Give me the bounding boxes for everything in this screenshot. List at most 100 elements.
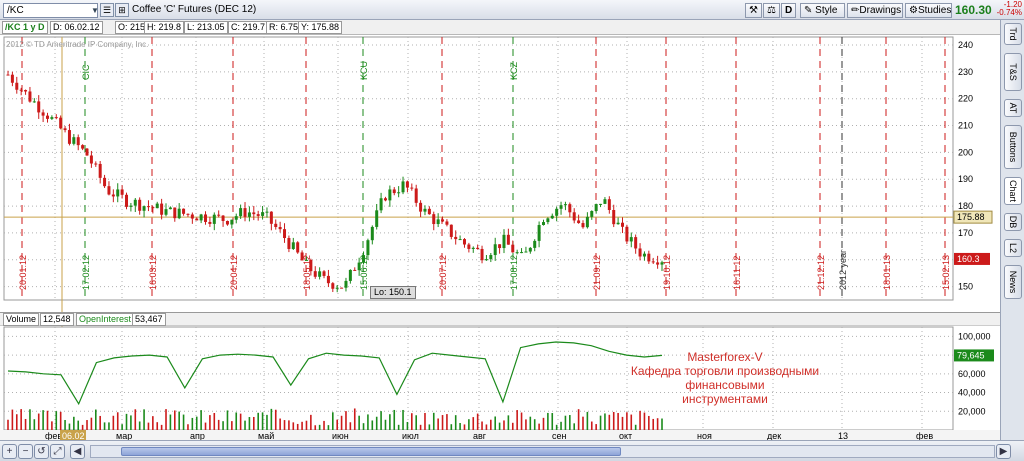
- sidebar-tab-label: Chart: [1008, 179, 1018, 203]
- sidebar-tab-label: Trd: [1008, 27, 1018, 41]
- link-icon[interactable]: ⊞: [115, 3, 129, 17]
- x-axis-label: фев: [45, 431, 62, 440]
- candle-body: [164, 209, 168, 215]
- candle-body: [195, 218, 199, 221]
- sidebar-tab-buttons[interactable]: Buttons: [1004, 125, 1022, 169]
- price-chart[interactable]: 24023022021020019018017016015020.01.1217…: [0, 35, 1000, 440]
- candle-body: [656, 262, 660, 265]
- date-marker-label: 20.01.12: [18, 255, 28, 290]
- scroll-thumb[interactable]: [121, 447, 621, 456]
- candle-body: [103, 177, 107, 187]
- date-marker-label: 21.09.12: [592, 255, 602, 290]
- volume-tick-label: 60,000: [958, 369, 986, 379]
- price-tick-label: 230: [958, 67, 973, 77]
- date-marker-label: 20.04.12: [229, 255, 239, 290]
- price-tick-label: 240: [958, 40, 973, 50]
- sidebar-tab-chart[interactable]: Chart: [1004, 177, 1022, 205]
- candle-body: [397, 192, 401, 194]
- candle-body: [620, 222, 624, 227]
- sidebar-tab-db[interactable]: DB: [1004, 213, 1022, 231]
- candle-body: [484, 259, 488, 261]
- drawings-button[interactable]: ✏Drawings: [847, 3, 903, 18]
- scroll-right-icon[interactable]: ▶: [996, 444, 1011, 459]
- zoom-out-icon[interactable]: −: [18, 444, 33, 459]
- candle-body: [283, 229, 287, 239]
- date-marker-label: 18.01.13: [882, 255, 892, 290]
- studies-label: Studies: [917, 5, 952, 16]
- top-toolbar: /KC ▼ ☰ ⊞ Coffee 'C' Futures (DEC 12) ⚒ ⚖…: [0, 0, 1024, 20]
- candle-body: [15, 82, 19, 90]
- horizontal-scrollbar[interactable]: [90, 445, 995, 458]
- candle-body: [616, 222, 620, 225]
- style-button[interactable]: ✎ Style: [800, 3, 845, 18]
- sidebar-tab-at[interactable]: AT: [1004, 99, 1022, 117]
- tool-icon[interactable]: ⚒: [745, 3, 762, 18]
- candle-body: [138, 199, 142, 211]
- candle-body: [489, 255, 493, 260]
- candle-body: [182, 208, 186, 214]
- candle-body: [221, 215, 225, 221]
- candle-body: [59, 117, 63, 129]
- date-marker-label: 21.12.12: [816, 255, 826, 290]
- d-button[interactable]: D: [781, 3, 797, 18]
- candle-body: [98, 163, 102, 178]
- x-axis-label: окт: [619, 431, 632, 440]
- sidebar-tab-news[interactable]: News: [1004, 265, 1022, 299]
- low-readout: L: 213.05: [184, 21, 228, 34]
- candle-body: [572, 212, 576, 221]
- volume-tick-label: 40,000: [958, 388, 986, 398]
- candle-body: [348, 269, 352, 281]
- candle-body: [533, 240, 537, 248]
- candle-body: [449, 224, 453, 237]
- candle-body: [563, 204, 567, 206]
- oi-label: OpenInterest: [76, 313, 135, 326]
- x-axis-label: сен: [552, 431, 567, 440]
- candle-body: [50, 117, 54, 119]
- candle-body: [515, 252, 519, 254]
- volume-header: Volume 12,548 OpenInterest 53,467: [0, 312, 1000, 326]
- candle-body: [252, 212, 256, 215]
- candle-body: [335, 287, 339, 289]
- candle-body: [243, 208, 247, 217]
- candle-body: [423, 208, 427, 212]
- y-readout: Y: 175.88: [298, 21, 343, 34]
- expand-icon[interactable]: ⤢: [50, 444, 65, 459]
- sidebar-tab-l2[interactable]: L2: [1004, 239, 1022, 257]
- sidebar-tab-ts[interactable]: T&S: [1004, 53, 1022, 91]
- candle-body: [441, 219, 445, 222]
- price-change: -1.20 -0.74%: [994, 1, 1022, 17]
- candle-body: [204, 214, 208, 222]
- candle-body: [287, 238, 291, 249]
- style-icon: ✎: [804, 5, 813, 16]
- sidebar-tab-label: Buttons: [1008, 131, 1018, 163]
- candle-body: [168, 207, 172, 210]
- compare-icon[interactable]: ⚖: [763, 3, 780, 18]
- symbol-period-label[interactable]: /KC 1 y D: [2, 21, 48, 34]
- date-marker-label: 16.03.12: [148, 255, 158, 290]
- sidebar-tab-trd[interactable]: Trd: [1004, 23, 1022, 45]
- candle-body: [261, 212, 265, 216]
- price-tick-label: 200: [958, 147, 973, 157]
- symbol-input[interactable]: /KC ▼: [3, 3, 99, 18]
- candle-body: [107, 186, 111, 195]
- x-axis-label: мар: [116, 431, 132, 440]
- change-pct: -0.74%: [996, 8, 1022, 17]
- candle-body: [212, 214, 216, 224]
- candle-body: [476, 247, 480, 249]
- symbol-picker-icon[interactable]: ☰: [100, 3, 114, 17]
- candle-body: [116, 189, 120, 197]
- candle-body: [225, 220, 229, 225]
- candle-body: [419, 202, 423, 212]
- candle-body: [414, 188, 418, 203]
- zoom-reset-icon[interactable]: ↺: [34, 444, 49, 459]
- candle-body: [383, 198, 387, 201]
- scroll-left-icon[interactable]: ◀: [70, 444, 85, 459]
- candle-body: [32, 101, 36, 103]
- zoom-in-icon[interactable]: +: [2, 444, 17, 459]
- candle-body: [133, 199, 137, 206]
- watermark-line3: инструментами: [682, 392, 768, 406]
- candle-body: [160, 203, 164, 215]
- studies-button[interactable]: ⚙Studies: [905, 3, 952, 18]
- volume-tick-label: 20,000: [958, 406, 986, 416]
- candle-body: [528, 247, 532, 252]
